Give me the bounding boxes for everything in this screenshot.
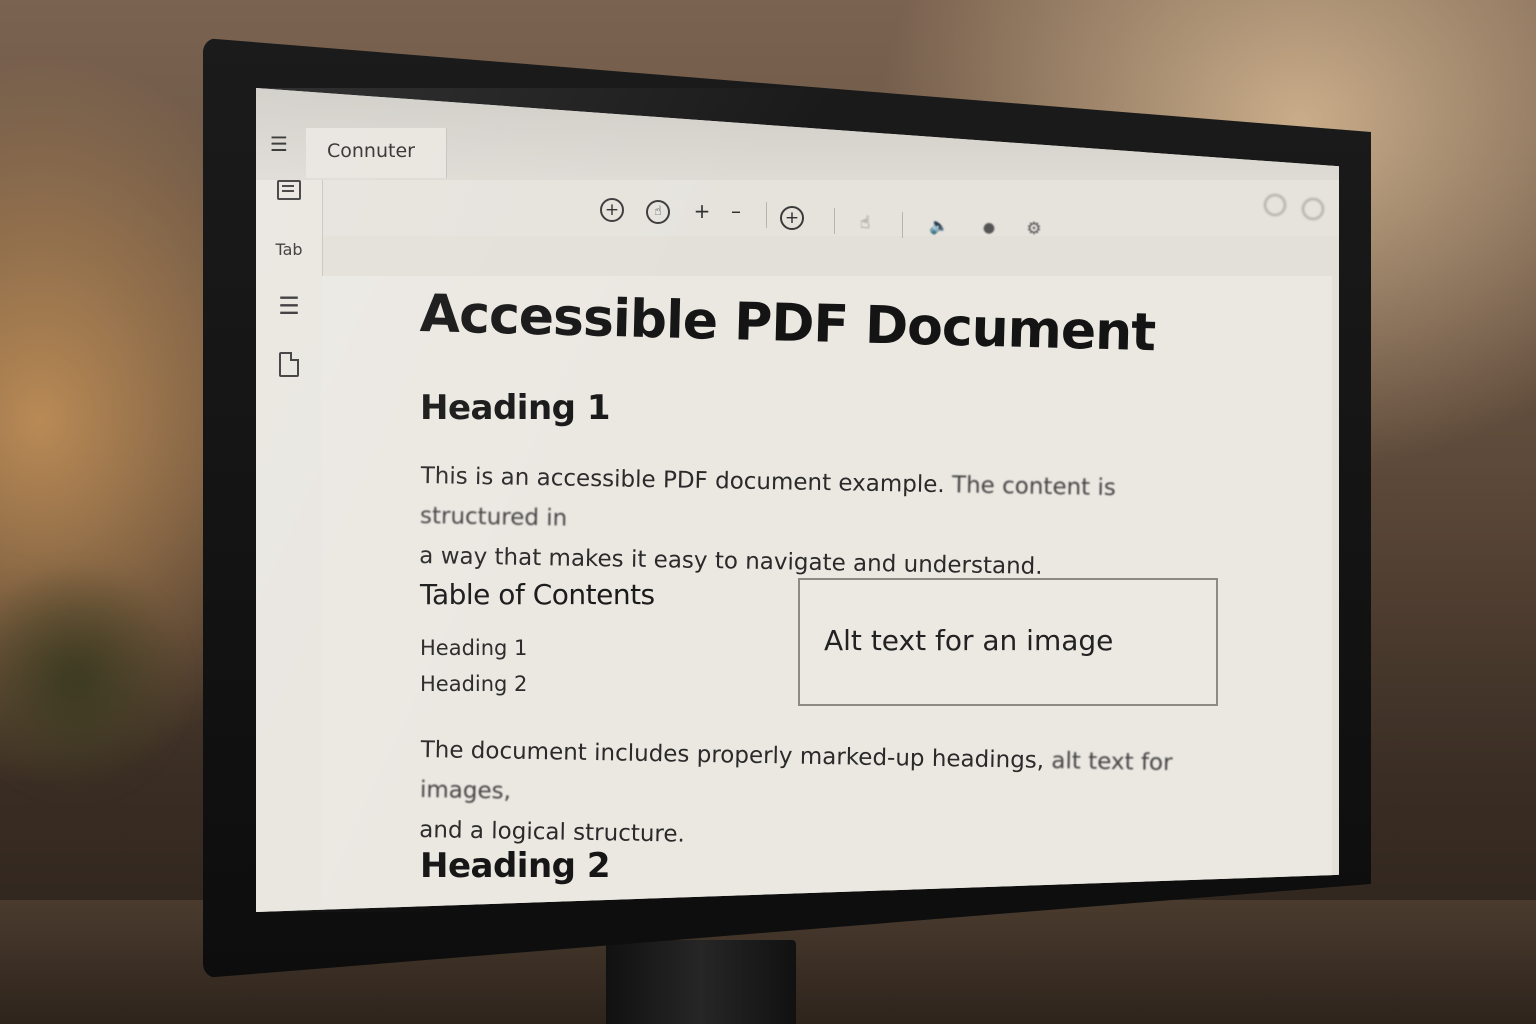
intro-text-line2: a way that makes it easy to navigate and…	[419, 542, 1043, 580]
toc-link-heading-2[interactable]: Heading 2	[420, 672, 527, 696]
intro-text: This is an accessible PDF document examp…	[420, 463, 953, 499]
image-placeholder: Alt text for an image	[798, 578, 1218, 706]
close-icon[interactable]	[1302, 198, 1324, 220]
toolbar-separator	[834, 208, 835, 234]
monitor-screen: ☰ Connuter + ☝ + – + ☝ 🔈 ● ⚙ Tab ☰ Acces…	[256, 88, 1339, 912]
toolbar-separator	[766, 202, 767, 228]
heading-2: Heading 2	[420, 846, 611, 886]
background-plant	[0, 560, 190, 800]
sidebar-item-pages[interactable]	[256, 180, 322, 204]
list-icon: ☰	[278, 292, 300, 320]
toolbar: + ☝ + – + ☝ 🔈 ● ⚙	[256, 180, 1339, 239]
sidebar: Tab ☰	[256, 180, 323, 912]
toc-heading: Table of Contents	[420, 578, 655, 611]
heading-1: Heading 1	[420, 388, 611, 428]
intro-paragraph: This is an accessible PDF document examp…	[419, 456, 1241, 590]
structure-text-line2: and a logical structure.	[419, 816, 686, 848]
hamburger-menu-icon[interactable]: ☰	[270, 134, 294, 154]
app-tab[interactable]: Connuter	[306, 128, 447, 178]
image-alt-text: Alt text for an image	[824, 624, 1114, 657]
settings-icon[interactable]: ⚙	[1021, 217, 1047, 243]
add-circle-icon[interactable]: +	[780, 206, 804, 230]
monitor-stand	[606, 940, 796, 1024]
sidebar-tab-label[interactable]: Tab	[256, 240, 322, 259]
sidebar-item-attachments[interactable]	[256, 352, 322, 381]
mic-icon[interactable]: ●	[976, 216, 1002, 242]
zoom-in-circle-icon[interactable]: +	[600, 198, 624, 222]
minimize-icon[interactable]	[1264, 194, 1286, 216]
document-icon	[279, 352, 299, 377]
structure-paragraph: The document includes properly marked-up…	[419, 730, 1241, 864]
plus-icon[interactable]: +	[689, 199, 715, 225]
page-thumbnails-icon	[277, 180, 301, 200]
hand-tool-icon[interactable]: ☝	[646, 200, 670, 224]
toolbar-separator	[902, 212, 903, 238]
structure-text: The document includes properly marked-up…	[420, 737, 1052, 775]
touch-icon[interactable]: ☝	[852, 211, 878, 237]
toc-link-heading-1[interactable]: Heading 1	[420, 636, 527, 660]
read-aloud-icon[interactable]: 🔈	[926, 214, 952, 240]
minus-icon[interactable]: –	[723, 199, 749, 225]
sidebar-item-bookmarks[interactable]: ☰	[256, 292, 322, 320]
app-tab-title: Connuter	[327, 140, 415, 162]
